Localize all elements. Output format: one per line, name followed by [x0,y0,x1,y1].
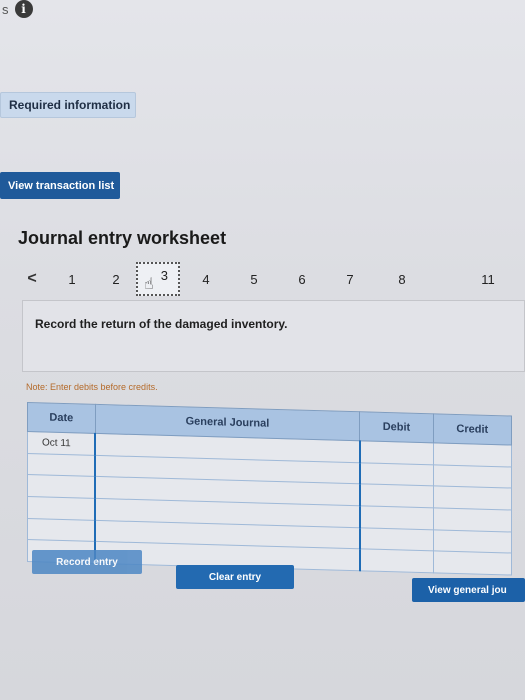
debit-header: Debit [359,411,434,443]
hand-cursor-icon: ☝ [144,276,154,293]
nav-item-1[interactable]: 1 [62,262,82,296]
credit-cell[interactable] [433,442,512,467]
clear-entry-button[interactable]: Clear entry [176,565,294,589]
date-cell[interactable] [27,518,96,542]
date-cell[interactable] [27,453,96,477]
debit-cell[interactable] [359,440,434,465]
credit-header: Credit [433,413,512,446]
nav-item-6[interactable]: 6 [292,262,312,296]
debit-cell[interactable] [359,527,434,552]
record-entry-button[interactable]: Record entry [32,550,142,574]
nav-item-11[interactable]: 11 [476,262,500,296]
view-general-journal-button[interactable]: View general jou [412,578,525,602]
debit-cell[interactable] [359,484,434,508]
date-cell[interactable] [27,496,96,521]
date-header: Date [27,402,96,434]
prev-chevron-icon[interactable]: < [22,262,42,296]
credit-cell[interactable] [433,486,512,511]
nav-item-7[interactable]: 7 [340,262,360,296]
nav-item-3-label: 3 [160,268,168,283]
cut-off-heading [4,68,519,76]
view-transaction-list-button[interactable]: View transaction list [0,172,120,199]
worksheet-title: Journal entry worksheet [18,228,227,248]
instruction-box: Record the return of the damaged invento… [22,300,525,372]
credit-cell[interactable] [433,551,512,576]
required-information-banner: Required information [0,92,136,118]
debit-cell[interactable] [359,462,434,487]
nav-item-3-current[interactable]: ☝ 3 [136,262,180,296]
info-icon[interactable]: i [14,0,33,18]
top-fragment-text: s [2,1,9,17]
nav-item-8[interactable]: 8 [392,262,412,296]
top-fragment: s i [2,0,33,18]
credit-cell[interactable] [433,529,512,554]
nav-item-2[interactable]: 2 [106,262,126,296]
nav-item-5[interactable]: 5 [244,262,264,296]
date-cell[interactable] [27,474,96,499]
note-text: Note: Enter debits before credits. [26,382,158,392]
date-cell[interactable]: Oct 11 [27,431,96,456]
debit-cell[interactable] [359,549,434,573]
entry-navigation: < 1 2 ☝ 3 4 5 6 7 8 11 [20,262,515,296]
instruction-text: Record the return of the damaged invento… [35,317,288,331]
credit-cell[interactable] [433,507,512,532]
debit-cell[interactable] [359,505,434,530]
credit-cell[interactable] [433,464,512,489]
nav-item-4[interactable]: 4 [196,262,216,296]
page: s i Required information View transactio… [0,0,525,700]
